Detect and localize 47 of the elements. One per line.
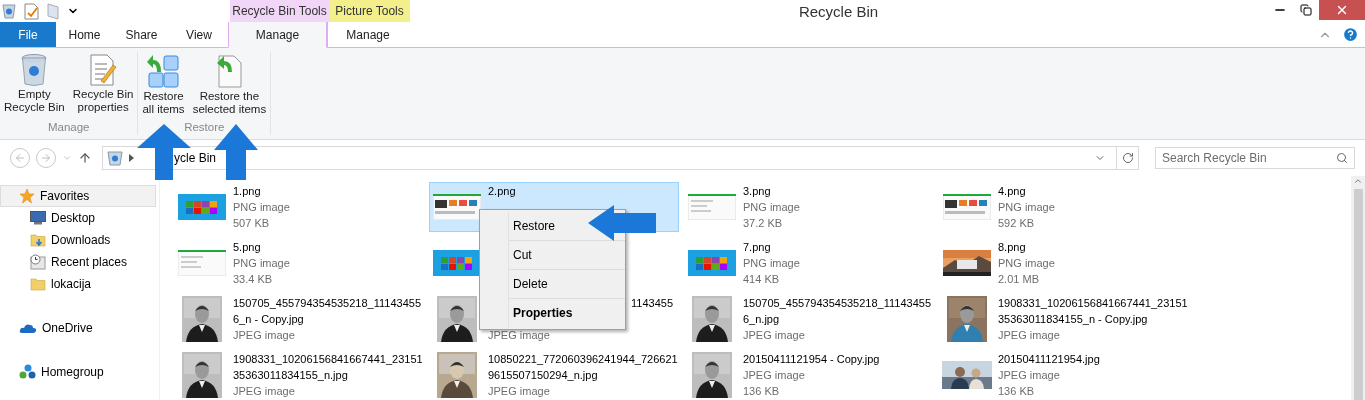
file-name: 2.png xyxy=(488,184,516,199)
file-name: 150705_455794354535218_11143455 xyxy=(743,296,931,311)
file-name: 4.png xyxy=(998,184,1027,199)
file-type: JPEG image xyxy=(233,384,296,399)
file-type: JPEG image xyxy=(488,384,551,399)
file-name: 5.png xyxy=(233,240,262,255)
file-type: PNG image xyxy=(743,256,800,271)
file-name: 35363011834155_n - Copy.jpg xyxy=(998,312,1149,327)
file-name: 1143455 xyxy=(631,296,673,311)
file-name: 20150411121954 - Copy.jpg xyxy=(743,352,880,367)
file-name: 10850221_772060396241944_726621 xyxy=(488,352,678,367)
file-type: PNG image xyxy=(998,256,1055,271)
file-name: 6_n - Copy.jpg xyxy=(233,312,305,327)
file-name: 9615507150294_n.jpg xyxy=(488,368,599,383)
file-size: 2.01 MB xyxy=(998,272,1040,287)
file-name: 35363011834155_n.jpg xyxy=(233,368,349,383)
file-type: PNG image xyxy=(233,256,290,271)
file-name: 1908331_10206156841667441_23151 xyxy=(233,352,423,367)
file-type: JPEG image xyxy=(998,328,1061,343)
file-type: PNG image xyxy=(998,200,1055,215)
file-size: 136 KB xyxy=(998,384,1036,399)
file-name: 150705_455794354535218_11143455 xyxy=(233,296,421,311)
file-size: 37.2 KB xyxy=(743,216,784,231)
file-name: 3.png xyxy=(743,184,772,199)
file-name: 1908331_10206156841667441_23151 xyxy=(998,296,1188,311)
file-name: 1.png xyxy=(233,184,262,199)
contextual-tab-header: Recycle Bin Tools xyxy=(230,0,329,22)
file-type: JPEG image xyxy=(743,328,806,343)
file-name: 7.png xyxy=(743,240,772,255)
file-size: 592 KB xyxy=(998,216,1036,231)
file-name: 20150411121954.jpg xyxy=(998,352,1100,367)
file-type: JPEG image xyxy=(488,328,551,343)
file-size: 33.4 KB xyxy=(233,272,274,287)
file-type: JPEG image xyxy=(743,368,806,383)
file-type: JPEG image xyxy=(998,368,1061,383)
file-name: 8.png xyxy=(998,240,1027,255)
file-size: 136 KB xyxy=(743,384,781,399)
group-label: Manage xyxy=(47,121,90,135)
file-size: 414 KB xyxy=(743,272,781,287)
window-title: Recycle Bin xyxy=(798,2,879,20)
file-type: JPEG image xyxy=(233,328,296,343)
file-size: 507 KB xyxy=(233,216,271,231)
file-name: 6_n.jpg xyxy=(743,312,781,327)
file-type: PNG image xyxy=(233,200,290,215)
file-type: PNG image xyxy=(743,200,800,215)
group-label: Restore xyxy=(184,121,225,135)
contextual-tab-header: Picture Tools xyxy=(329,0,410,22)
